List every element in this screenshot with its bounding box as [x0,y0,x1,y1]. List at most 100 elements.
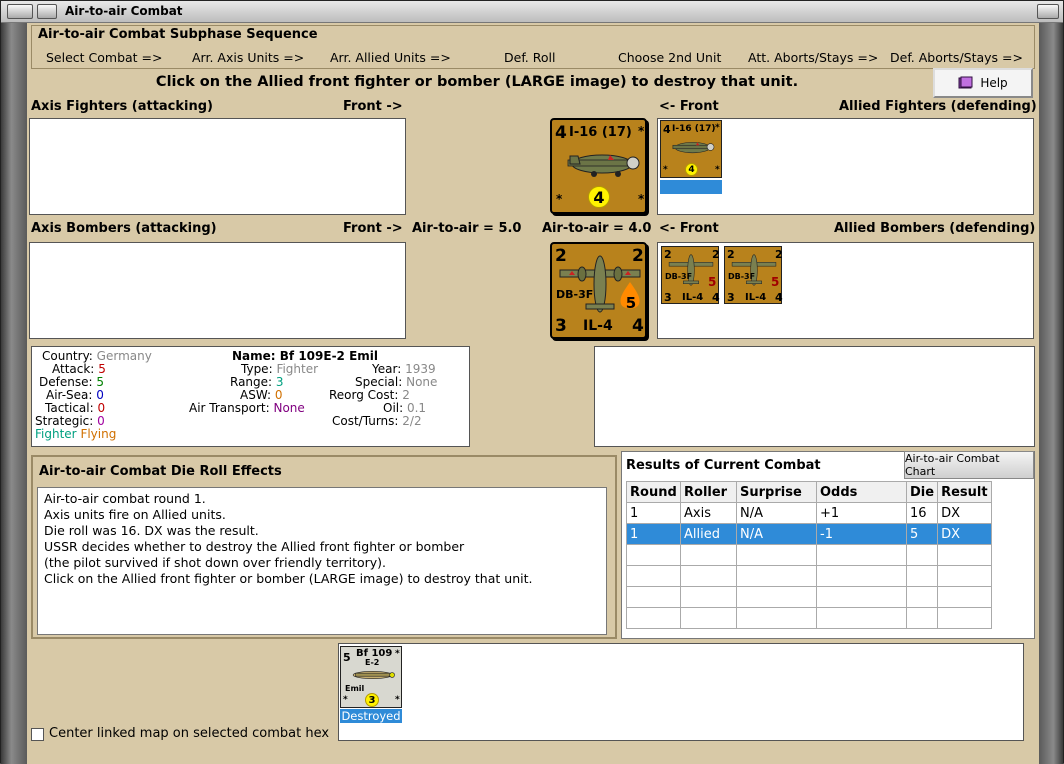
subphase-sequence: Air-to-air Combat Subphase Sequence Sele… [31,25,1035,69]
destroyed-caption: Destroyed [340,709,402,723]
reorg-key: Reorg Cost: [329,388,399,402]
special-key: Special: [355,375,403,389]
fighter-small-attack: 4 [663,123,671,136]
col-die[interactable]: Die [905,481,939,503]
allied-fighters-label: Allied Fighters (defending) [839,99,1037,114]
range-value: 3 [275,375,284,389]
allied-bomber-small-counter-2[interactable]: 2 2 DB-3F 5 3 IL-4 4 [724,246,783,304]
cell-roller: Axis [680,502,737,524]
allied-front-bomber-counter[interactable]: 2 2 DB-3F 5 3 IL-4 4 [550,242,647,339]
tactical-value: 0 [97,401,106,415]
i16-fighter-icon [567,154,640,177]
center-map-label: Center linked map on selected combat hex [49,726,330,741]
col-result[interactable]: Result [937,481,993,503]
front-arrow-left-1: <- Front [659,99,719,114]
step-att-aborts: Att. Aborts/Stays => [748,50,879,65]
axis-fighters-box[interactable] [29,118,406,215]
center-map-checkbox[interactable] [31,728,44,741]
destroyed-corner-bl: * [343,695,348,705]
name-value: Bf 109E-2 Emil [279,349,379,363]
defense-key: Defense: [39,375,93,389]
sequence-title: Air-to-air Combat Subphase Sequence [38,27,318,42]
bomber-value-coin: 5 [621,293,641,313]
window-frame-right [1039,23,1063,764]
system-menu-icon[interactable] [7,4,33,19]
instruction-text: Click on the Allied front fighter or bom… [155,74,799,90]
cell-round: 1 [626,523,681,545]
destroyed-sub: E-2 [365,658,380,667]
allied-unit-info-panel [594,346,1035,447]
table-row-empty [626,565,993,587]
fighter-type-tag: Fighter [35,427,77,441]
name-key: Name: [232,349,276,363]
destroyed-units-box[interactable] [338,643,1024,741]
front-arrow-right-1: Front -> [343,99,403,114]
bomber-name: DB-3F [556,288,594,301]
strategic-key: Strategic: [35,414,94,428]
step-select-combat: Select Combat => [46,50,163,65]
costturns-key: Cost/Turns: [332,414,399,428]
destroyed-nick: Emil [345,684,365,693]
cell-die: 16 [905,502,939,524]
allied-bomber-small-counter-1[interactable]: 2 2 DB-3F 5 3 IL-4 4 [661,246,720,304]
destroyed-attack: 5 [343,651,351,664]
col-odds[interactable]: Odds [816,481,907,503]
destroyed-corner-br: * [395,695,400,705]
bomber2-name: DB-3F [728,272,756,281]
close-icon[interactable] [1037,4,1059,19]
asw-key: ASW: [240,388,272,402]
bf109-fighter-icon [352,671,395,679]
asw-value: 0 [274,388,283,402]
window-frame-left [1,23,27,764]
fighter-corner-bl: * [556,192,563,206]
fighter-small-value-coin: 4 [685,163,698,176]
cell-surprise: N/A [736,502,817,524]
bomber1-bl: 3 [664,291,672,304]
axis-bombers-box[interactable] [29,242,406,339]
bomber2-bl: 3 [727,291,735,304]
country-key: Country: [42,349,93,363]
col-round[interactable]: Round [626,481,681,503]
bomber-bl: 3 [555,316,567,336]
minimize-icon[interactable] [37,4,57,19]
i16-fighter-small-icon [672,142,715,154]
effect-line: USSR decides whether to destroy the Alli… [44,539,465,554]
year-value: 1939 [405,362,436,376]
cell-roller: Allied [680,523,737,545]
airsea-key: Air-Sea: [46,388,93,402]
step-arr-allied: Arr. Allied Units => [330,50,451,65]
results-table: Round Roller Surprise Odds Die Result 1 … [626,481,993,629]
bomber1-name: DB-3F [665,272,693,281]
table-row-empty [626,586,993,608]
country-value: Germany [96,349,152,363]
help-button[interactable]: Help [933,68,1033,98]
die-roll-effects-panel: Air-to-air Combat Die Roll Effects Air-t… [31,455,617,639]
cell-result: DX [937,523,993,545]
col-surprise[interactable]: Surprise [736,481,817,503]
allied-fighter-small-counter[interactable]: 4 I-16 (17) * * * 4 [660,120,722,178]
table-row-selected[interactable]: 1 Allied N/A -1 5 DX [626,523,993,545]
effect-line: (the pilot survived if shot down over fr… [44,555,387,570]
axis-bombers-label: Axis Bombers (attacking) [31,221,217,236]
destroyed-corner-tr: * [395,649,400,659]
cell-odds: +1 [816,502,907,524]
oil-key: Oil: [383,401,404,415]
air-to-air-chart-button[interactable]: Air-to-air Combat Chart [904,451,1034,479]
cell-round: 1 [626,502,681,524]
cell-result: DX [937,502,993,524]
fighter-value: 4 [593,187,605,207]
die-roll-effects-title: Air-to-air Combat Die Roll Effects [39,464,282,479]
allied-front-fighter-counter[interactable]: 4 I-16 (17) * * * 4 [550,118,647,214]
title-bar[interactable]: Air-to-air Combat [1,1,1063,23]
bomber-value: 5 [625,294,637,312]
fighter-small-value: 4 [688,164,695,175]
table-row[interactable]: 1 Axis N/A +1 16 DX [626,502,993,524]
die-roll-effects-text: Air-to-air combat round 1. Axis units fi… [37,487,607,635]
help-book-icon [958,76,973,89]
col-roller[interactable]: Roller [680,481,737,503]
destroyed-unit-counter[interactable]: 5 Bf 109 E-2 * Emil * * 3 [340,646,402,708]
window-title: Air-to-air Combat [65,4,183,18]
reorg-value: 2 [402,388,410,402]
allied-fighter-selection-bar [660,180,722,194]
help-label: Help [980,76,1008,90]
